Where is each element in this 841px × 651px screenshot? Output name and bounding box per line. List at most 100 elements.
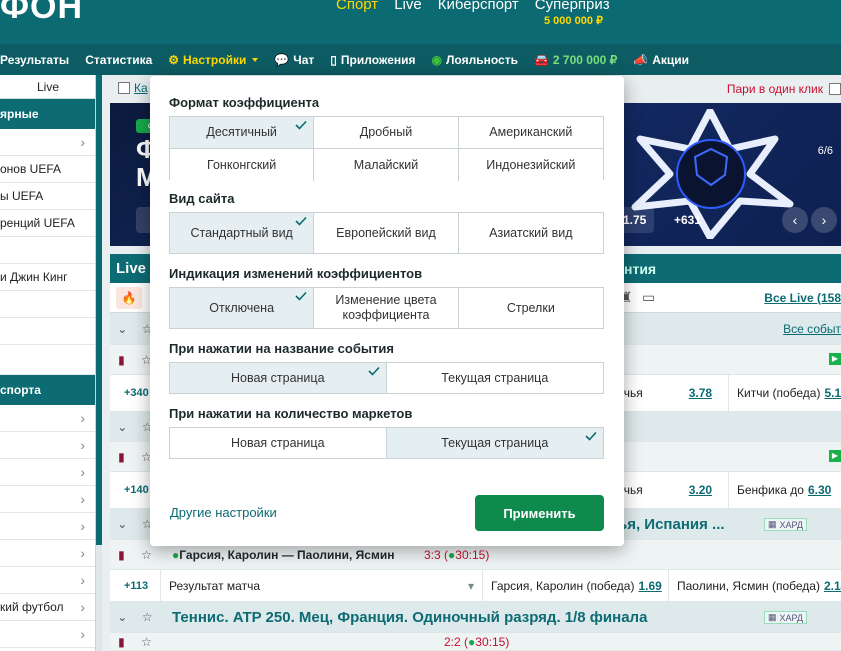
- star-icon[interactable]: ☆: [141, 548, 152, 562]
- site-view-asian[interactable]: Азиатский вид: [458, 213, 603, 253]
- menu-promos[interactable]: 📣 Акции: [633, 53, 689, 67]
- markets-count[interactable]: +340: [124, 387, 149, 399]
- logo[interactable]: ФОН: [0, 0, 83, 27]
- stats-icon[interactable]: ▮: [118, 450, 125, 464]
- outcome-label: Китчи (победа): [737, 386, 821, 400]
- nav-sport[interactable]: Спорт: [336, 0, 378, 13]
- odds-change-color[interactable]: Изменение цвета коэффициента: [314, 288, 459, 328]
- odds-format-indonesian[interactable]: Индонезийский: [458, 149, 603, 181]
- menu-promos-label: Акции: [652, 52, 690, 67]
- star-icon[interactable]: ☆: [142, 610, 153, 624]
- nav-esports[interactable]: Киберспорт: [438, 0, 519, 13]
- outcome-odd[interactable]: 6.30: [808, 483, 831, 497]
- apply-button[interactable]: Применить: [475, 495, 604, 531]
- category-checkbox[interactable]: [118, 82, 130, 94]
- odds-format-malay[interactable]: Малайский: [314, 149, 459, 181]
- outcome-away[interactable]: Бенфика до 6.30: [728, 472, 841, 508]
- odds-change-off[interactable]: Отключена: [170, 288, 315, 328]
- sidebar-live-tab[interactable]: Live: [0, 75, 95, 99]
- fast-bet-toggle[interactable]: Пари в один клик: [727, 82, 841, 96]
- other-settings-link[interactable]: Другие настройки: [170, 505, 277, 520]
- outcome-odd[interactable]: 5.19: [824, 386, 841, 400]
- star-icon[interactable]: ☆: [141, 635, 152, 649]
- markets-click-new-page[interactable]: Новая страница: [170, 428, 387, 458]
- settings-popup: Формат коэффициента Десятичный Дробный А…: [150, 76, 624, 546]
- menu-statistics[interactable]: Статистика: [85, 53, 152, 67]
- chevron-down-icon[interactable]: ⌄: [117, 420, 127, 434]
- fast-bet-checkbox[interactable]: [829, 83, 841, 95]
- site-view-european[interactable]: Европейский вид: [314, 213, 459, 253]
- sidebar-item[interactable]: ›: [0, 486, 95, 513]
- nav-live[interactable]: Live: [394, 0, 422, 13]
- sidebar-item[interactable]: ›: [0, 129, 95, 156]
- menu-apps[interactable]: ▯ Приложения: [330, 53, 415, 67]
- chevron-down-icon[interactable]: ⌄: [117, 322, 127, 336]
- sidebar-item[interactable]: и Джин Кинг: [0, 264, 95, 291]
- tournament-title[interactable]: ья, Испания ...: [618, 516, 725, 533]
- outcome-odd[interactable]: 2.14: [824, 579, 841, 593]
- sidebar-item[interactable]: ›: [0, 459, 95, 486]
- outcome-odd[interactable]: 1.69: [638, 579, 661, 593]
- sidebar-item[interactable]: ы UEFA: [0, 183, 95, 210]
- odds-format-american[interactable]: Американский: [458, 117, 603, 149]
- sidebar-item[interactable]: [0, 237, 95, 264]
- menu-settings[interactable]: ⚙ Настройки: [168, 53, 259, 67]
- outcome-away[interactable]: Китчи (победа)5.19: [728, 375, 841, 411]
- sidebar-item[interactable]: ›: [0, 567, 95, 594]
- all-live-link[interactable]: Все Live (158: [764, 291, 841, 305]
- outcome-p1[interactable]: Гарсия, Каролин (победа) 1.69: [482, 570, 668, 601]
- sidebar-scrollbar-thumb[interactable]: [96, 75, 102, 545]
- outcome-draw[interactable]: ичья 3.78: [608, 375, 728, 411]
- sidebar-sport-head: спорта: [0, 375, 95, 405]
- stats-icon[interactable]: ▮: [118, 548, 125, 562]
- banner-next-button[interactable]: ›: [811, 207, 837, 233]
- sidebar-item[interactable]: ›: [0, 432, 95, 459]
- outcome-odd[interactable]: 3.20: [689, 483, 712, 497]
- sidebar-item[interactable]: [0, 318, 95, 345]
- odds-change-title: Индикация изменений коэффициентов: [169, 266, 423, 281]
- sidebar-item[interactable]: ›: [0, 621, 95, 648]
- market-select[interactable]: Результат матча ▾: [160, 570, 482, 601]
- nav-superprize[interactable]: Суперприз: [535, 0, 610, 13]
- sidebar-item[interactable]: [0, 291, 95, 318]
- tournament-title[interactable]: Теннис. ATP 250. Мец, Франция. Одиночный…: [172, 609, 647, 626]
- sidebar-item[interactable]: онов UEFA: [0, 156, 95, 183]
- menu-loyalty[interactable]: ◉ Лояльность: [432, 53, 518, 67]
- sidebar-item[interactable]: ›: [0, 540, 95, 567]
- banner-odd-2[interactable]: +631: [666, 207, 709, 233]
- stats-icon[interactable]: ▮: [118, 353, 125, 367]
- odds-change-arrows[interactable]: Стрелки: [458, 288, 603, 328]
- site-view-standard[interactable]: Стандартный вид: [170, 213, 315, 253]
- ticket-icon[interactable]: ▭: [642, 289, 655, 306]
- event-click-current-page[interactable]: Текущая страница: [386, 363, 603, 393]
- banner-prev-button[interactable]: ‹: [782, 207, 808, 233]
- odds-format-decimal[interactable]: Десятичный: [170, 117, 315, 149]
- sidebar-item[interactable]: ренций UEFA: [0, 210, 95, 237]
- stats-icon[interactable]: ▮: [118, 635, 125, 649]
- tournament-row[interactable]: ⌄ ☆ Теннис. ATP 250. Мец, Франция. Одиноч…: [110, 602, 841, 633]
- outcome-draw[interactable]: ичья 3.20: [608, 472, 728, 508]
- odds-format-hongkong[interactable]: Гонконгский: [170, 149, 315, 181]
- event-row[interactable]: ▮ ☆ 2:2 (●30:15): [110, 633, 841, 651]
- sidebar-item[interactable]: ›: [0, 513, 95, 540]
- menu-chat[interactable]: 💬 Чат: [274, 53, 314, 67]
- menu-results[interactable]: Результаты: [0, 53, 69, 67]
- match-name[interactable]: ●Гарсия, Каролин — Паолини, Ясмин: [172, 548, 394, 562]
- outcome-odd[interactable]: 3.78: [689, 386, 712, 400]
- event-click-new-page[interactable]: Новая страница: [170, 363, 387, 393]
- menu-jackpot[interactable]: 🚘 2 700 000 ₽: [534, 53, 617, 67]
- markets-count[interactable]: +113: [124, 580, 148, 592]
- chevron-down-icon[interactable]: ⌄: [117, 517, 127, 531]
- sidebar-item[interactable]: ›: [0, 405, 95, 432]
- sidebar-item[interactable]: кий футбол ›: [0, 594, 95, 621]
- markets-count[interactable]: +140: [124, 484, 149, 496]
- category-link[interactable]: Ка: [134, 81, 148, 95]
- category-toggle[interactable]: Ка: [118, 81, 148, 95]
- odds-format-fractional[interactable]: Дробный: [314, 117, 459, 149]
- markets-click-current-page[interactable]: Текущая страница: [386, 428, 603, 458]
- outcome-p2[interactable]: Паолини, Ясмин (победа) 2.14: [668, 570, 841, 601]
- fire-icon[interactable]: 🔥: [116, 287, 142, 309]
- all-events-link[interactable]: Все событ: [783, 322, 841, 336]
- sidebar-item[interactable]: [0, 345, 95, 375]
- chevron-down-icon[interactable]: ⌄: [117, 610, 127, 624]
